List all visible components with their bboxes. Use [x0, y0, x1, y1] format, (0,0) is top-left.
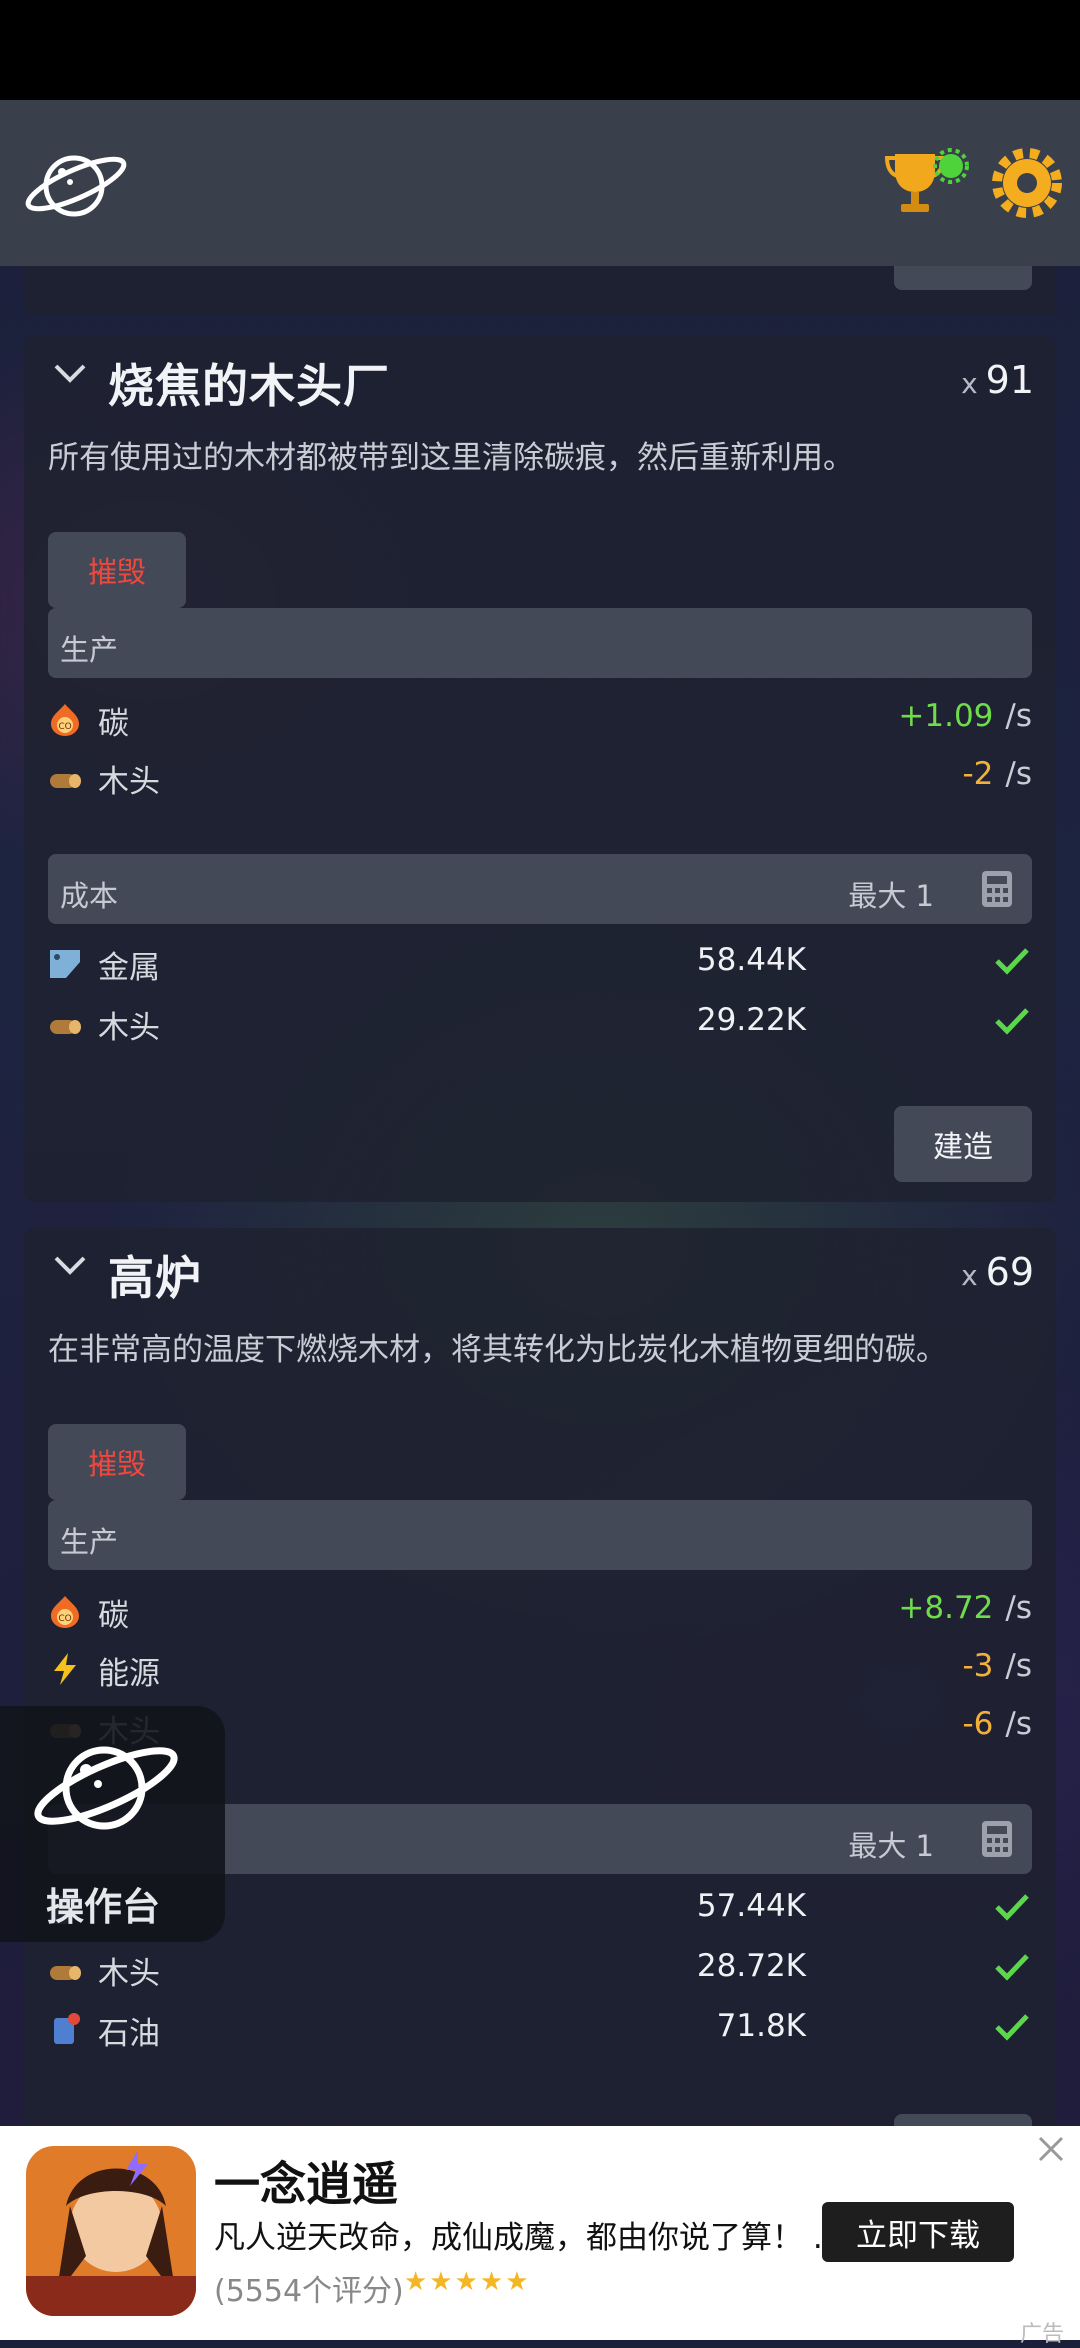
building-card: 烧焦的木头厂 x 91 所有使用过的木材都被带到这里清除碳痕，然后重新利用。 摧毁…: [24, 336, 1056, 1202]
energy-icon: [54, 1653, 76, 1685]
check-icon: [995, 948, 1029, 975]
wood-icon: [50, 1966, 81, 1980]
production-row: 能源 -3/s: [48, 1642, 1032, 1694]
calculator-icon[interactable]: [980, 1819, 1014, 1859]
svg-text:CO: CO: [58, 1614, 71, 1624]
building-count: x 69: [961, 1250, 1034, 1294]
previous-card: [24, 266, 1056, 316]
top-bar: [0, 100, 1080, 266]
ad-tag: 广告: [1020, 2322, 1065, 2347]
ad-description: 凡人逆天改命，成仙成魔，都由你说了算！ ...: [214, 2220, 843, 2256]
svg-text:CO: CO: [58, 722, 71, 732]
building-title: 烧焦的木头厂: [108, 359, 390, 413]
console-label: 操作台: [46, 1885, 161, 1929]
production-header: 生产: [48, 608, 1032, 678]
oil-icon: [54, 2013, 80, 2044]
carbon-icon: CO: [51, 1596, 79, 1628]
cost-row: 木头 29.22K: [48, 996, 1032, 1048]
gear-icon[interactable]: [992, 148, 1062, 218]
previous-build-button[interactable]: [894, 266, 1032, 290]
cost-row: 石油 71.8K: [48, 2002, 1032, 2054]
building-description: 在非常高的温度下燃烧木材，将其转化为比炭化木植物更细的碳。: [48, 1332, 947, 1368]
status-bar: [0, 0, 1080, 100]
metal-icon: [50, 950, 80, 978]
destroy-button[interactable]: 摧毁: [48, 532, 186, 608]
production-row: CO 碳 +1.09/s: [48, 692, 1032, 744]
wood-icon: [50, 1020, 81, 1034]
chevron-down-icon[interactable]: [52, 1254, 88, 1278]
close-icon[interactable]: [1034, 2132, 1068, 2166]
building-description: 所有使用过的木材都被带到这里清除碳痕，然后重新利用。: [48, 440, 854, 476]
cost-row: 木头 28.72K: [48, 1942, 1032, 1994]
building-title: 高炉: [108, 1251, 202, 1305]
ad-app-icon[interactable]: [26, 2146, 196, 2316]
chevron-down-icon[interactable]: [52, 362, 88, 386]
wood-icon: [50, 774, 81, 788]
cost-row: 金属 58.44K: [48, 936, 1032, 988]
building-count: x 91: [961, 358, 1034, 402]
trophy-icon[interactable]: [885, 148, 971, 218]
destroy-button[interactable]: 摧毁: [48, 1424, 186, 1500]
calculator-icon[interactable]: [980, 869, 1014, 909]
planet-icon: [34, 1746, 178, 1830]
ad-app-name: 一念逍遥: [214, 2157, 398, 2211]
production-row: CO 碳 +8.72/s: [48, 1584, 1032, 1636]
production-row: 木头 -2/s: [48, 750, 1032, 802]
ad-rating: (5554个评分): [214, 2274, 404, 2309]
check-icon: [995, 2014, 1029, 2041]
planet-icon[interactable]: [22, 142, 132, 226]
console-button[interactable]: 操作台: [0, 1706, 225, 1942]
production-header: 生产: [48, 1500, 1032, 1570]
build-button[interactable]: 建造: [894, 1106, 1032, 1182]
download-button[interactable]: 立即下载: [822, 2202, 1014, 2262]
carbon-icon: CO: [51, 704, 79, 736]
cost-header: 成本 最大 1: [48, 854, 1032, 924]
ad-banner[interactable]: 一念逍遥 凡人逆天改命，成仙成魔，都由你说了算！ ... (5554个评分) ★…: [0, 2126, 1080, 2347]
ad-stars: ★★★★★: [404, 2267, 531, 2297]
check-icon: [995, 1894, 1029, 1921]
check-icon: [995, 1008, 1029, 1035]
check-icon: [995, 1954, 1029, 1981]
build-button[interactable]: [894, 2114, 1032, 2126]
building-card: 高炉 x 69 在非常高的温度下燃烧木材，将其转化为比炭化木植物更细的碳。 摧毁 …: [24, 1228, 1056, 2126]
